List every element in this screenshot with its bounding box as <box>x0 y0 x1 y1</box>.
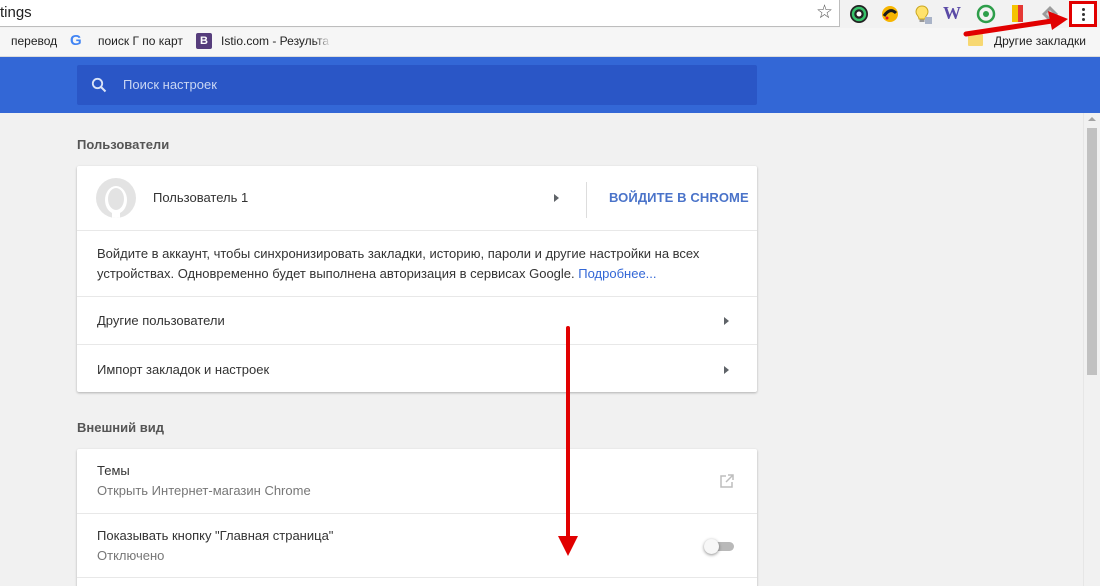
appearance-card: Темы Открыть Интернет-магазин Chrome Пок… <box>77 449 757 586</box>
user-silhouette-icon <box>105 186 127 218</box>
home-button-toggle[interactable] <box>704 539 734 554</box>
bookmark-star-icon[interactable]: ☆ <box>816 2 833 24</box>
settings-header: Поиск настроек <box>0 57 1100 113</box>
divider <box>586 182 587 218</box>
green-circle-extension-icon[interactable] <box>976 4 996 24</box>
bookmark-item-istio[interactable]: Istio.com - Результа <box>221 34 331 48</box>
sync-description: Войдите в аккаунт, чтобы синхронизироват… <box>97 244 737 284</box>
grey-extension-icon[interactable] <box>1040 4 1060 24</box>
settings-search-input[interactable]: Поиск настроек <box>77 65 757 105</box>
address-bar[interactable]: tings ☆ <box>0 0 840 27</box>
avatar <box>96 178 136 218</box>
other-bookmarks-folder[interactable]: Другие закладки <box>994 34 1086 48</box>
scrollbar-thumb[interactable] <box>1087 128 1097 375</box>
chevron-right-icon <box>724 317 729 325</box>
lightbulb-extension-icon[interactable] <box>912 4 932 24</box>
sign-in-chrome-button[interactable]: ВОЙДИТЕ В CHROME <box>609 190 749 205</box>
bookmark-item-perevod[interactable]: перевод <box>11 34 57 48</box>
chevron-right-icon[interactable] <box>554 194 559 202</box>
address-bar-url: tings <box>0 4 32 21</box>
user-name[interactable]: Пользователь 1 <box>153 190 248 205</box>
search-placeholder: Поиск настроек <box>123 77 217 92</box>
import-bookmarks-row[interactable]: Импорт закладок и настроек <box>77 344 757 392</box>
import-bookmarks-label: Импорт закладок и настроек <box>97 362 270 377</box>
toggle-knob <box>704 539 719 554</box>
home-button-sublabel: Отключено <box>97 548 165 563</box>
color-picker-icon[interactable] <box>849 4 869 24</box>
themes-sublabel: Открыть Интернет-магазин Chrome <box>97 483 311 498</box>
search-icon <box>91 77 107 93</box>
w-extension-icon[interactable]: W <box>943 3 961 24</box>
other-users-label: Другие пользователи <box>97 313 225 328</box>
smiley-extension-icon[interactable] <box>880 4 900 24</box>
vertical-dots-icon <box>1080 6 1086 24</box>
bootstrap-icon: B <box>196 33 212 49</box>
chevron-right-icon <box>724 366 729 374</box>
other-users-row[interactable]: Другие пользователи <box>77 296 757 344</box>
chrome-menu-button[interactable] <box>1069 1 1097 27</box>
home-button-label: Показывать кнопку "Главная страница" <box>97 528 334 543</box>
bookmark-item-search-map[interactable]: поиск Г по карт <box>98 34 183 48</box>
scroll-up-arrow-icon[interactable] <box>1088 117 1096 121</box>
page-scrollbar[interactable] <box>1083 113 1100 586</box>
themes-label: Темы <box>97 463 130 478</box>
section-title-appearance: Внешний вид <box>77 420 164 435</box>
omnibox-bar: tings ☆ W <box>0 0 1100 28</box>
folder-icon <box>968 34 983 46</box>
next-setting-row[interactable] <box>77 577 757 586</box>
google-icon: G <box>70 32 82 49</box>
bookmark-flag-extension-icon[interactable] <box>1009 4 1029 24</box>
open-external-icon[interactable] <box>719 473 735 489</box>
home-button-row[interactable]: Показывать кнопку "Главная страница" Отк… <box>77 513 757 577</box>
themes-row[interactable]: Темы Открыть Интернет-магазин Chrome <box>77 449 757 513</box>
learn-more-link[interactable]: Подробнее... <box>578 266 656 281</box>
sync-info-row: Войдите в аккаунт, чтобы синхронизироват… <box>77 230 757 296</box>
users-card: Пользователь 1 ВОЙДИТЕ В CHROME Войдите … <box>77 166 757 392</box>
bookmarks-bar: перевод G поиск Г по карт B Istio.com - … <box>0 28 1100 57</box>
section-title-users: Пользователи <box>77 137 170 152</box>
